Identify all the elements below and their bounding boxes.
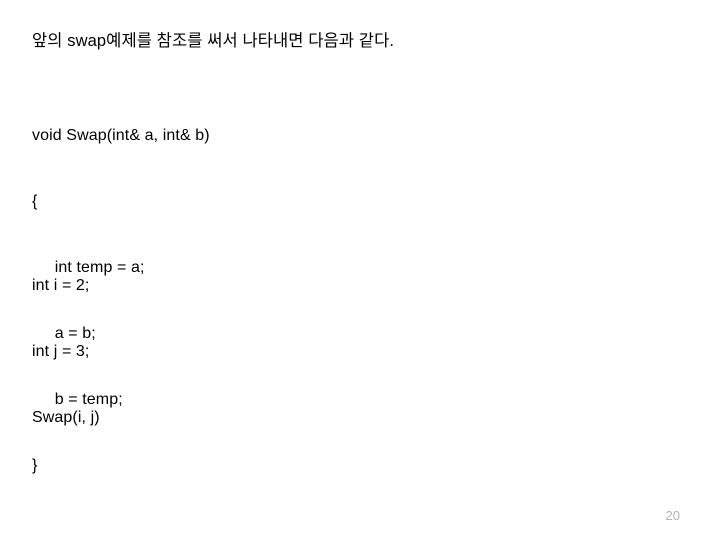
code-line: { — [32, 193, 38, 210]
slide-canvas: 앞의 swap예제를 참조를 써서 나타내면 다음과 같다. void Swap… — [0, 0, 720, 540]
code-line: int i = 2; — [32, 277, 90, 294]
code-line: int j = 3; — [32, 343, 90, 360]
intro-sentence: 앞의 swap예제를 참조를 써서 나타내면 다음과 같다. — [32, 32, 395, 50]
page-number: 20 — [665, 508, 680, 523]
code-line: Swap(i, j) — [32, 409, 100, 426]
code-line: void Swap(int& a, int& b) — [32, 127, 210, 144]
code-block-swap-call: int i = 2; int j = 3; Swap(i, j) — [32, 231, 100, 473]
